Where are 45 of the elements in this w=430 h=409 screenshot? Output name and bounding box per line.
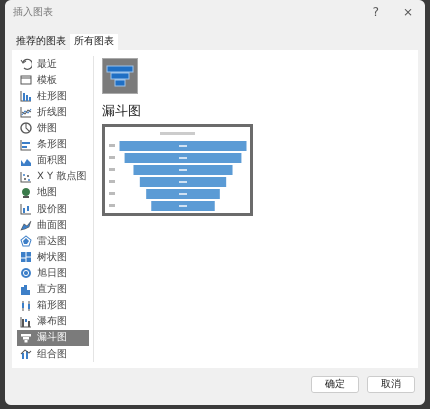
window-title: 插入图表	[13, 6, 53, 20]
funnel-icon	[20, 332, 32, 344]
tab[interactable]: 推荐的图表	[12, 34, 70, 50]
chart-type-item[interactable]: 柱形图	[17, 88, 89, 104]
chart-type-item[interactable]: 树状图	[17, 249, 89, 266]
chart-type-item[interactable]: 面积图	[17, 152, 89, 169]
chart-type-item[interactable]: 组合图	[17, 346, 89, 362]
chart-type-item[interactable]: 股价图	[17, 200, 89, 218]
chart-type-item[interactable]: 箱形图	[17, 298, 89, 314]
chart-type-item[interactable]: 饼图	[17, 120, 89, 137]
combo-chart-icon	[20, 348, 32, 360]
chart-type-item[interactable]: 地图	[17, 184, 89, 201]
chart-type-item[interactable]: 雷达图	[17, 233, 89, 250]
box-plot-icon	[20, 300, 32, 312]
help-button[interactable]: ?	[366, 6, 385, 18]
bar-chart-icon	[20, 138, 32, 151]
chart-type-item[interactable]: 条形图	[17, 136, 89, 153]
chart-type-item[interactable]: 旭日图	[17, 265, 89, 282]
sunburst-icon	[20, 267, 32, 280]
line-chart-icon	[20, 106, 32, 118]
pie-chart-icon	[20, 122, 32, 134]
undo-icon	[20, 58, 32, 70]
close-button[interactable]: ×	[396, 6, 419, 18]
dialog-button[interactable]: 取消	[367, 376, 415, 393]
chart-type-item[interactable]: 曲面图	[17, 217, 89, 234]
histogram-icon	[20, 284, 32, 296]
column-chart-icon	[20, 90, 32, 102]
scatter-chart-icon	[20, 170, 32, 183]
chart-type-item[interactable]: 折线图	[17, 104, 89, 120]
chart-type-item[interactable]: 漏斗图	[17, 330, 89, 346]
stock-chart-icon	[20, 203, 32, 216]
chart-type-item[interactable]: X Y 散点图	[17, 168, 89, 185]
globe-icon	[20, 186, 32, 199]
treemap-icon	[20, 251, 32, 264]
radar-chart-icon	[20, 235, 32, 248]
chart-type-item[interactable]: 瀑布图	[17, 314, 89, 330]
surface-chart-icon	[20, 219, 32, 232]
tab[interactable]: 所有图表	[70, 34, 118, 50]
waterfall-chart-icon	[20, 316, 32, 328]
chart-type-item[interactable]: 模板	[17, 72, 89, 88]
chart-type-heading: 漏斗图	[102, 104, 141, 120]
dialog-button[interactable]: 确定	[311, 376, 359, 393]
chart-type-item[interactable]: 最近	[17, 56, 89, 72]
funnel-chart-thumbnail[interactable]	[102, 58, 138, 94]
chart-type-item[interactable]: 直方图	[17, 282, 89, 298]
